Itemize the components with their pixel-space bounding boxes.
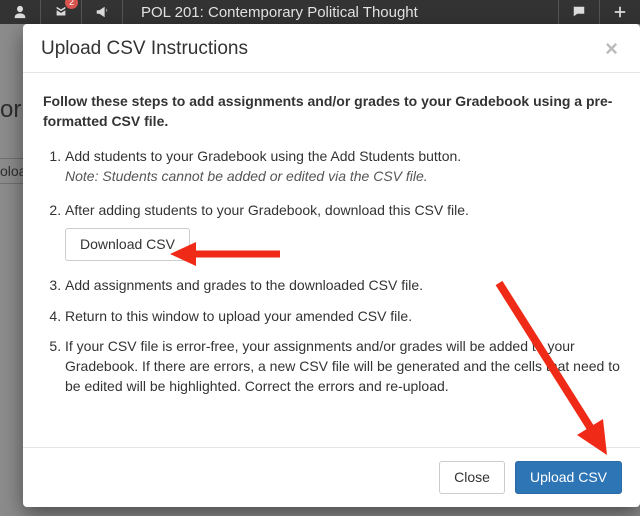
modal-title: Upload CSV Instructions [41, 38, 248, 60]
step-1: Add students to your Gradebook using the… [65, 146, 620, 187]
notification-badge: 2 [65, 0, 78, 9]
step-1-note: Note: Students cannot be added or edited… [65, 168, 428, 184]
step-1-text: Add students to your Gradebook using the… [65, 148, 461, 164]
close-button[interactable]: Close [439, 461, 505, 494]
close-icon[interactable]: × [601, 38, 622, 60]
step-4: Return to this window to upload your ame… [65, 306, 620, 326]
plus-icon[interactable] [600, 0, 640, 24]
step-2-text: After adding students to your Gradebook,… [65, 202, 469, 218]
step-3: Add assignments and grades to the downlo… [65, 275, 620, 295]
modal-header: Upload CSV Instructions × [23, 24, 640, 73]
user-icon[interactable] [0, 0, 40, 24]
step-2: After adding students to your Gradebook,… [65, 200, 620, 261]
upload-csv-modal: Upload CSV Instructions × Follow these s… [23, 24, 640, 507]
instruction-steps: Add students to your Gradebook using the… [43, 146, 620, 397]
download-csv-button[interactable]: Download CSV [65, 228, 190, 261]
modal-footer: Close Upload CSV [23, 447, 640, 507]
chat-icon[interactable] [559, 0, 599, 24]
upload-csv-button[interactable]: Upload CSV [515, 461, 622, 494]
notification-icon[interactable]: 2 [41, 0, 81, 24]
course-title[interactable]: POL 201: Contemporary Political Thought [123, 4, 436, 21]
step-5: If your CSV file is error-free, your ass… [65, 336, 620, 397]
topbar: 2 POL 201: Contemporary Political Though… [0, 0, 640, 24]
instructions-lead: Follow these steps to add assignments an… [43, 91, 620, 132]
megaphone-icon[interactable] [82, 0, 122, 24]
modal-body: Follow these steps to add assignments an… [23, 73, 640, 447]
